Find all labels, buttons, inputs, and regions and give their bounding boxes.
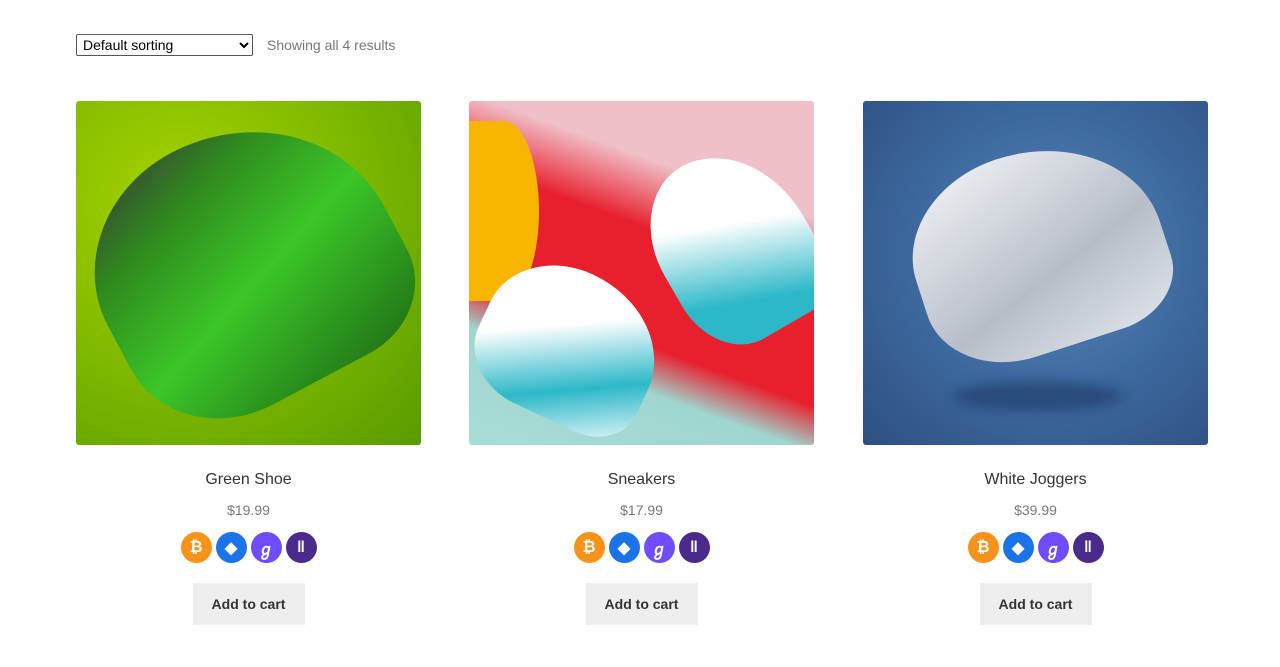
the-graph-icon: ℊ <box>250 532 282 563</box>
payment-icons: ₿ ◆ ℊ ‖ <box>863 532 1208 563</box>
product-price: $17.99 <box>620 502 663 518</box>
ethereum-icon: ◆ <box>1002 532 1034 563</box>
product-title[interactable]: Green Shoe <box>76 471 421 489</box>
add-to-cart-button[interactable]: Add to cart <box>979 583 1092 625</box>
product-image[interactable] <box>863 101 1208 445</box>
payment-icons: ₿ ◆ ℊ ‖ <box>76 532 421 563</box>
ethereum-icon: ◆ <box>215 532 247 563</box>
product-card: Sneakers $17.99 ₿ ◆ ℊ ‖ Add to cart <box>469 101 814 625</box>
product-image[interactable] <box>469 101 814 445</box>
token-icon: ‖ <box>678 532 710 563</box>
add-to-cart-button[interactable]: Add to cart <box>585 583 698 625</box>
product-title[interactable]: Sneakers <box>469 471 814 489</box>
token-icon: ‖ <box>1072 532 1104 563</box>
add-to-cart-button[interactable]: Add to cart <box>192 583 305 625</box>
the-graph-icon: ℊ <box>1037 532 1069 563</box>
payment-icons: ₿ ◆ ℊ ‖ <box>469 532 814 563</box>
the-graph-icon: ℊ <box>643 532 675 563</box>
token-icon: ‖ <box>285 532 317 563</box>
sort-select[interactable]: Default sorting <box>76 34 253 56</box>
product-price: $39.99 <box>1014 502 1057 518</box>
ethereum-icon: ◆ <box>608 532 640 563</box>
product-title[interactable]: White Joggers <box>863 471 1208 489</box>
bitcoin-icon: ₿ <box>573 532 605 563</box>
product-image[interactable] <box>76 101 421 445</box>
shop-toolbar: Default sorting Showing all 4 results <box>76 34 395 56</box>
product-card: Green Shoe $19.99 ₿ ◆ ℊ ‖ Add to cart <box>76 101 421 625</box>
result-count: Showing all 4 results <box>267 37 396 53</box>
product-card: White Joggers $39.99 ₿ ◆ ℊ ‖ Add to cart <box>863 101 1208 625</box>
bitcoin-icon: ₿ <box>180 532 212 563</box>
bitcoin-icon: ₿ <box>967 532 999 563</box>
product-price: $19.99 <box>227 502 270 518</box>
